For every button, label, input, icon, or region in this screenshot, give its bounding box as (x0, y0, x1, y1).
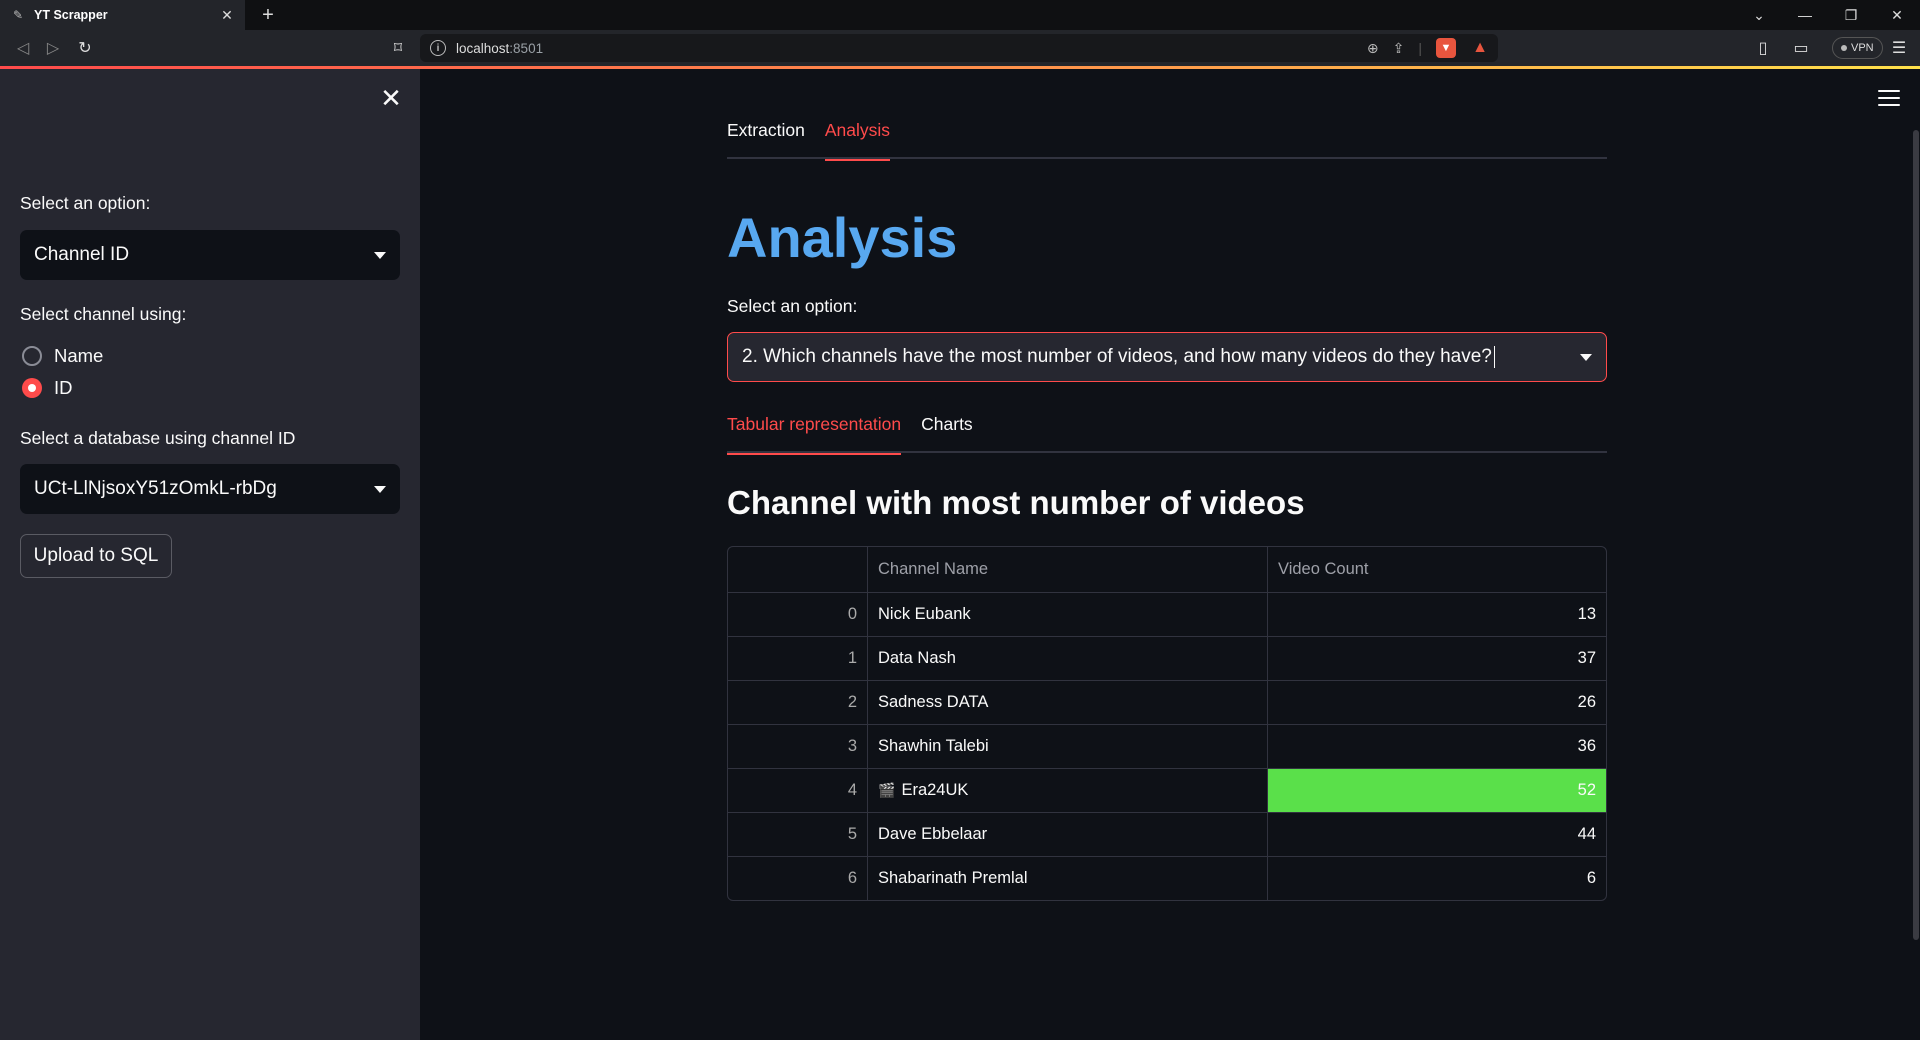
table-row[interactable]: 4 🎬 Era24UK 52 (728, 768, 1606, 812)
row-index: 4 (728, 769, 868, 812)
brave-shields-icon[interactable]: ▼ (1436, 38, 1456, 58)
row-index: 1 (728, 637, 868, 680)
row-index: 5 (728, 813, 868, 856)
video-count-cell[interactable]: 26 (1268, 681, 1606, 724)
brave-rewards-icon[interactable]: ▲ (1470, 38, 1490, 58)
row-index: 3 (728, 725, 868, 768)
header-video-count[interactable]: Video Count (1268, 547, 1606, 592)
page-title: Analysis (727, 206, 958, 269)
table-row[interactable]: 1 Data Nash 37 (728, 636, 1606, 680)
new-tab-button[interactable]: + (256, 3, 280, 27)
vpn-status-icon (1841, 45, 1847, 51)
tab-search-icon[interactable]: ⌄ (1736, 0, 1782, 30)
video-count-cell-highlighted[interactable]: 52 (1268, 769, 1606, 812)
database-select-value: UCt-LlNjsoxY51zOmkL-rbDg (34, 478, 277, 499)
radio-id[interactable]: ID (22, 377, 73, 399)
close-sidebar-icon[interactable]: ✕ (380, 85, 402, 111)
bookmark-icon[interactable]: ⌑ (385, 36, 411, 60)
address-bar[interactable]: i localhost:8501 ⊕ ⇪ | ▼ ▲ (420, 34, 1498, 62)
sub-tabs: Tabular representation Charts (727, 410, 1607, 455)
tab-charts[interactable]: Charts (921, 410, 973, 453)
browser-toolbar: ◁ ▷ ↻ ⌑ i localhost:8501 ⊕ ⇪ | ▼ ▲ ▯ ▭ V… (0, 30, 1920, 66)
radio-id-label: ID (54, 377, 73, 398)
channel-name-cell[interactable]: Sadness DATA (868, 681, 1268, 724)
close-window-button[interactable]: ✕ (1874, 0, 1920, 30)
channel-name-cell[interactable]: Data Nash (868, 637, 1268, 680)
header-index[interactable] (728, 547, 868, 592)
table-header-row: Channel Name Video Count (728, 547, 1606, 592)
browser-tab-title: YT Scrapper (34, 8, 108, 22)
app-favicon-icon: ✎ (12, 8, 24, 22)
radio-name[interactable]: Name (22, 345, 103, 367)
sidebar: ✕ Select an option: Channel ID Select ch… (0, 69, 420, 1040)
chevron-down-icon (1580, 353, 1592, 361)
question-select[interactable]: 2. Which channels have the most number o… (727, 332, 1607, 382)
channel-name-cell[interactable]: Shawhin Talebi (868, 725, 1268, 768)
channel-name-cell[interactable]: Nick Eubank (868, 593, 1268, 636)
table-row[interactable]: 3 Shawhin Talebi 36 (728, 724, 1606, 768)
wallet-icon[interactable]: ▭ (1788, 36, 1814, 60)
share-icon[interactable]: ⇪ (1393, 40, 1405, 57)
database-select[interactable]: UCt-LlNjsoxY51zOmkL-rbDg (20, 464, 400, 514)
radio-name-label: Name (54, 345, 104, 366)
reload-icon[interactable]: ↻ (72, 36, 98, 60)
row-index: 2 (728, 681, 868, 724)
question-select-label: Select an option: (727, 296, 858, 316)
video-count-cell[interactable]: 6 (1268, 857, 1606, 900)
browser-tab-strip: ✎ YT Scrapper ✕ + ⌄ — ❐ ✕ (0, 0, 1920, 30)
radio-unchecked-icon[interactable] (22, 346, 42, 366)
channel-name-text: Era24UK (901, 781, 969, 799)
radio-checked-icon[interactable] (22, 378, 42, 398)
browser-tab[interactable]: ✎ YT Scrapper ✕ (0, 0, 245, 30)
url-port: :8501 (509, 40, 544, 56)
tab-extraction[interactable]: Extraction (727, 116, 805, 159)
channel-name-cell[interactable]: Shabarinath Premlal (868, 857, 1268, 900)
video-count-cell[interactable]: 36 (1268, 725, 1606, 768)
text-cursor (1493, 346, 1495, 368)
zoom-icon[interactable]: ⊕ (1367, 40, 1379, 57)
table-row[interactable]: 2 Sadness DATA 26 (728, 680, 1606, 724)
main-tabs: Extraction Analysis (727, 116, 1607, 161)
data-table[interactable]: Channel Name Video Count 0 Nick Eubank 1… (727, 546, 1607, 901)
separator: | (1418, 40, 1422, 56)
question-select-value: 2. Which channels have the most number o… (742, 346, 1492, 367)
row-index: 6 (728, 857, 868, 900)
tab-analysis[interactable]: Analysis (824, 116, 891, 161)
table-row[interactable]: 5 Dave Ebbelaar 44 (728, 812, 1606, 856)
video-count-cell[interactable]: 13 (1268, 593, 1606, 636)
site-info-icon[interactable]: i (430, 40, 446, 56)
close-tab-icon[interactable]: ✕ (219, 7, 235, 24)
minimize-button[interactable]: — (1782, 0, 1828, 30)
restore-button[interactable]: ❐ (1828, 0, 1874, 30)
url-host: localhost (456, 40, 510, 56)
vpn-button[interactable]: VPN (1832, 37, 1883, 59)
channel-method-label: Select channel using: (20, 304, 187, 324)
option-select[interactable]: Channel ID (20, 230, 400, 280)
upload-to-sql-button[interactable]: Upload to SQL (20, 534, 172, 578)
tab-tabular[interactable]: Tabular representation (727, 410, 902, 455)
channel-name-cell[interactable]: 🎬 Era24UK (868, 769, 1268, 812)
option-select-value: Channel ID (34, 244, 130, 265)
header-channel-name[interactable]: Channel Name (868, 547, 1268, 592)
browser-menu-icon[interactable]: ☰ (1886, 36, 1912, 60)
back-icon[interactable]: ◁ (10, 36, 36, 60)
video-count-cell[interactable]: 44 (1268, 813, 1606, 856)
table-row[interactable]: 6 Shabarinath Premlal 6 (728, 856, 1606, 900)
chevron-down-icon (374, 485, 386, 493)
scrollbar[interactable] (1913, 130, 1919, 940)
option-select-label: Select an option: (20, 193, 151, 213)
hamburger-menu-icon[interactable] (1878, 90, 1900, 106)
vpn-label: VPN (1851, 42, 1874, 54)
database-select-label: Select a database using channel ID (20, 428, 296, 448)
section-title: Channel with most number of videos (727, 484, 1305, 521)
table-row[interactable]: 0 Nick Eubank 13 (728, 592, 1606, 636)
clapperboard-icon: 🎬 (878, 782, 896, 798)
row-index: 0 (728, 593, 868, 636)
sidebar-toggle-icon[interactable]: ▯ (1750, 36, 1776, 60)
channel-name-cell[interactable]: Dave Ebbelaar (868, 813, 1268, 856)
video-count-cell[interactable]: 37 (1268, 637, 1606, 680)
forward-icon[interactable]: ▷ (40, 36, 66, 60)
chevron-down-icon (374, 251, 386, 259)
